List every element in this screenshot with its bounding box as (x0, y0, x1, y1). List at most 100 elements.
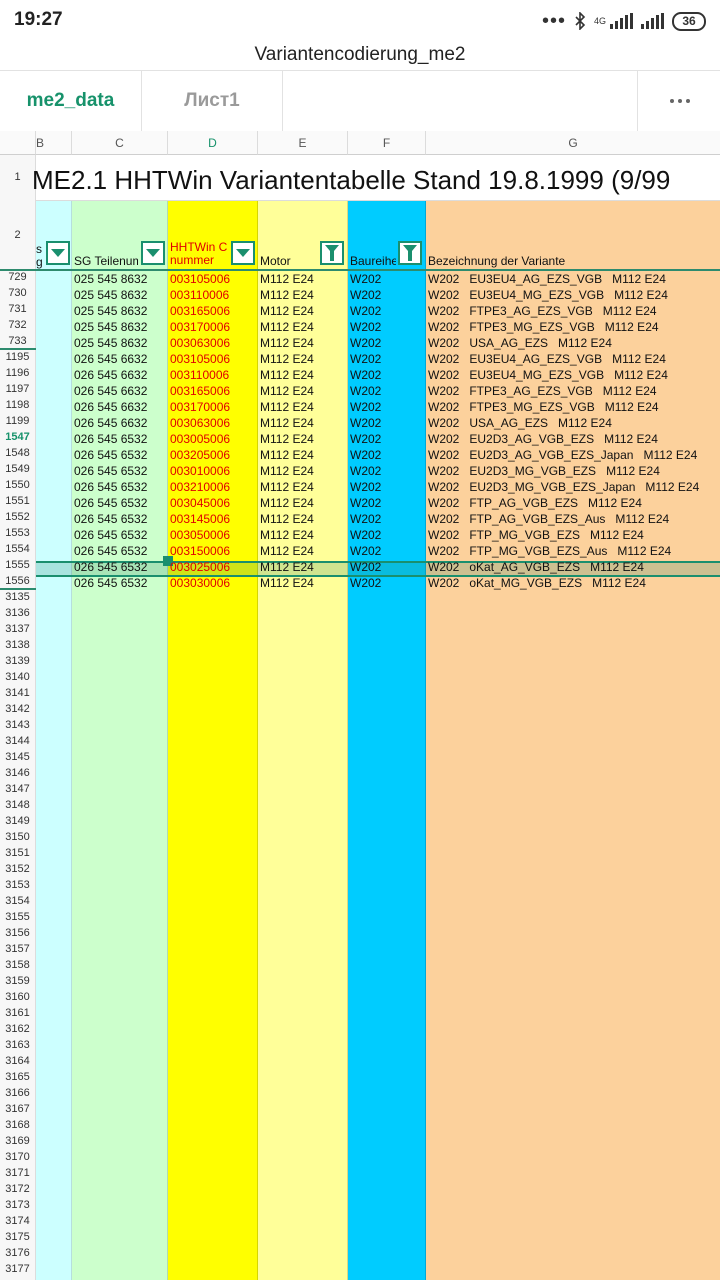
row-header[interactable]: 1549 (0, 463, 35, 475)
tab-me2-data[interactable]: me2_data (0, 71, 142, 131)
row-header[interactable]: 3170 (0, 1151, 35, 1163)
row-header[interactable]: 3173 (0, 1199, 35, 1211)
cell-g[interactable]: W202 EU3EU4_MG_EZS_VGB M112 E24 (428, 287, 718, 303)
cell-c[interactable]: 026 545 6532 (74, 431, 166, 447)
row-header[interactable]: 1197 (0, 383, 35, 395)
row-header[interactable]: 3138 (0, 639, 35, 651)
row-header[interactable]: 3143 (0, 719, 35, 731)
cell-c[interactable]: 026 545 6532 (74, 575, 166, 591)
cell-f[interactable]: W202 (350, 303, 424, 319)
row-header[interactable]: 733 (0, 335, 35, 347)
cell-e[interactable]: M112 E24 (260, 367, 346, 383)
cell-f[interactable]: W202 (350, 543, 424, 559)
cell-g[interactable]: W202 FTPE3_MG_EZS_VGB M112 E24 (428, 399, 718, 415)
row-header[interactable]: 3144 (0, 735, 35, 747)
row-header[interactable]: 3137 (0, 623, 35, 635)
cell-g[interactable]: W202 FTP_AG_VGB_EZS M112 E24 (428, 495, 718, 511)
cell-f[interactable]: W202 (350, 447, 424, 463)
row-header[interactable]: 3165 (0, 1071, 35, 1083)
row-header[interactable]: 1554 (0, 543, 35, 555)
row-header[interactable]: 3172 (0, 1183, 35, 1195)
cell-d[interactable]: 003210006 (170, 479, 256, 495)
filter-dropdown-c[interactable] (141, 241, 165, 265)
filter-active-f[interactable] (398, 241, 422, 265)
cell-d[interactable]: 003050006 (170, 527, 256, 543)
row-header[interactable]: 3150 (0, 831, 35, 843)
row-header[interactable]: 3171 (0, 1167, 35, 1179)
cell-e[interactable]: M112 E24 (260, 335, 346, 351)
row-header[interactable]: 729 (0, 271, 35, 283)
cell-d[interactable]: 003170006 (170, 319, 256, 335)
cell-g[interactable]: W202 EU3EU4_AG_EZS_VGB M112 E24 (428, 271, 718, 287)
cell-e[interactable]: M112 E24 (260, 543, 346, 559)
row-header[interactable]: 3175 (0, 1231, 35, 1243)
cell-c[interactable]: 025 545 8632 (74, 303, 166, 319)
row-header[interactable]: 1196 (0, 367, 35, 379)
row-header[interactable]: 3166 (0, 1087, 35, 1099)
cell-g[interactable]: W202 FTPE3_AG_EZS_VGB M112 E24 (428, 383, 718, 399)
cell-d[interactable]: 003025006 (170, 559, 256, 575)
row-header[interactable]: 3161 (0, 1007, 35, 1019)
cell-g[interactable]: W202 FTPE3_MG_EZS_VGB M112 E24 (428, 319, 718, 335)
cell-d[interactable]: 003105006 (170, 351, 256, 367)
filter-dropdown-b[interactable] (46, 241, 70, 265)
cell-d[interactable]: 003045006 (170, 495, 256, 511)
cell-d[interactable]: 003105006 (170, 271, 256, 287)
row-header[interactable]: 3139 (0, 655, 35, 667)
cell-d[interactable]: 003205006 (170, 447, 256, 463)
cell-f[interactable]: W202 (350, 575, 424, 591)
row-header[interactable]: 3169 (0, 1135, 35, 1147)
filter-active-e[interactable] (320, 241, 344, 265)
cell-f[interactable]: W202 (350, 527, 424, 543)
cell-e[interactable]: M112 E24 (260, 431, 346, 447)
cell-g[interactable]: W202 EU2D3_AG_VGB_EZS_Japan M112 E24 (428, 447, 718, 463)
spreadsheet-grid[interactable]: B C D E F G 1 2 ME2.1 HHTWin Variantenta… (0, 131, 720, 1280)
cell-f[interactable]: W202 (350, 431, 424, 447)
cell-e[interactable]: M112 E24 (260, 511, 346, 527)
row-header[interactable]: 3148 (0, 799, 35, 811)
cell-e[interactable]: M112 E24 (260, 303, 346, 319)
cell-f[interactable]: W202 (350, 463, 424, 479)
cell-c[interactable]: 025 545 8632 (74, 335, 166, 351)
cell-c[interactable]: 026 545 6532 (74, 495, 166, 511)
cell-d[interactable]: 003063006 (170, 335, 256, 351)
cell-f[interactable]: W202 (350, 319, 424, 335)
row-header[interactable]: 3162 (0, 1023, 35, 1035)
title-row[interactable]: ME2.1 HHTWin Variantentabelle Stand 19.8… (32, 155, 720, 201)
cell-c[interactable]: 025 545 8632 (74, 271, 166, 287)
cell-g[interactable]: W202 USA_AG_EZS M112 E24 (428, 415, 718, 431)
row-header[interactable]: 3154 (0, 895, 35, 907)
cell-d[interactable]: 003063006 (170, 415, 256, 431)
row-header[interactable]: 3135 (0, 591, 35, 603)
cell-f[interactable]: W202 (350, 415, 424, 431)
cell-e[interactable]: M112 E24 (260, 319, 346, 335)
cell-c[interactable]: 025 545 8632 (74, 287, 166, 303)
column-header-g[interactable]: G (426, 131, 720, 155)
cell-g[interactable]: W202 FTPE3_AG_EZS_VGB M112 E24 (428, 303, 718, 319)
cell-e[interactable]: M112 E24 (260, 271, 346, 287)
cell-g[interactable]: W202 EU2D3_MG_VGB_EZS M112 E24 (428, 463, 718, 479)
cell-g[interactable]: W202 oKat_AG_VGB_EZS M112 E24 (428, 559, 718, 575)
row-header[interactable]: 3147 (0, 783, 35, 795)
cell-c[interactable]: 026 545 6532 (74, 559, 166, 575)
row-header[interactable]: 3177 (0, 1263, 35, 1275)
cell-f[interactable]: W202 (350, 351, 424, 367)
cell-e[interactable]: M112 E24 (260, 463, 346, 479)
cell-f[interactable]: W202 (350, 479, 424, 495)
cell-e[interactable]: M112 E24 (260, 415, 346, 431)
cell-c[interactable]: 026 545 6532 (74, 511, 166, 527)
row-header[interactable]: 3141 (0, 687, 35, 699)
cell-d[interactable]: 003030006 (170, 575, 256, 591)
cell-d[interactable]: 003170006 (170, 399, 256, 415)
corner-cell[interactable] (0, 131, 36, 155)
row-header[interactable]: 3156 (0, 927, 35, 939)
row-header[interactable]: 1198 (0, 399, 35, 411)
cell-g[interactable]: W202 EU3EU4_MG_EZS_VGB M112 E24 (428, 367, 718, 383)
cell-g[interactable]: W202 FTP_AG_VGB_EZS_Aus M112 E24 (428, 511, 718, 527)
row-header[interactable]: 3163 (0, 1039, 35, 1051)
cell-g[interactable]: W202 EU2D3_AG_VGB_EZS M112 E24 (428, 431, 718, 447)
cell-g[interactable]: W202 USA_AG_EZS M112 E24 (428, 335, 718, 351)
row-header[interactable]: 3167 (0, 1103, 35, 1115)
row-header[interactable]: 1199 (0, 415, 35, 427)
row-header[interactable]: 3158 (0, 959, 35, 971)
